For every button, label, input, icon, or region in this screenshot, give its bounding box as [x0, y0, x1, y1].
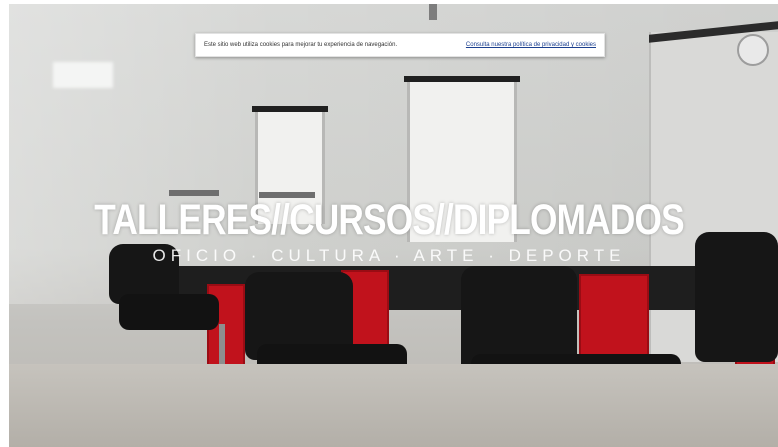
hero-headline: TALLERES//CURSOS//DIPLOMADOS — [94, 196, 684, 244]
ceiling-fixture — [429, 4, 437, 20]
floor — [9, 364, 778, 447]
hero-subline: OFICIO · CULTURA · ARTE · DEPORTE — [152, 246, 626, 265]
privacy-policy-link[interactable]: Consulta nuestra política de privacidad … — [466, 42, 596, 48]
window-reflection — [53, 62, 113, 88]
cookie-notice-bar: Este sitio web utiliza cookies para mejo… — [195, 33, 605, 57]
chair-left-seat — [119, 294, 219, 330]
cookie-notice-text: Este sitio web utiliza cookies para mejo… — [204, 42, 398, 48]
wall-clock-icon — [737, 34, 769, 66]
